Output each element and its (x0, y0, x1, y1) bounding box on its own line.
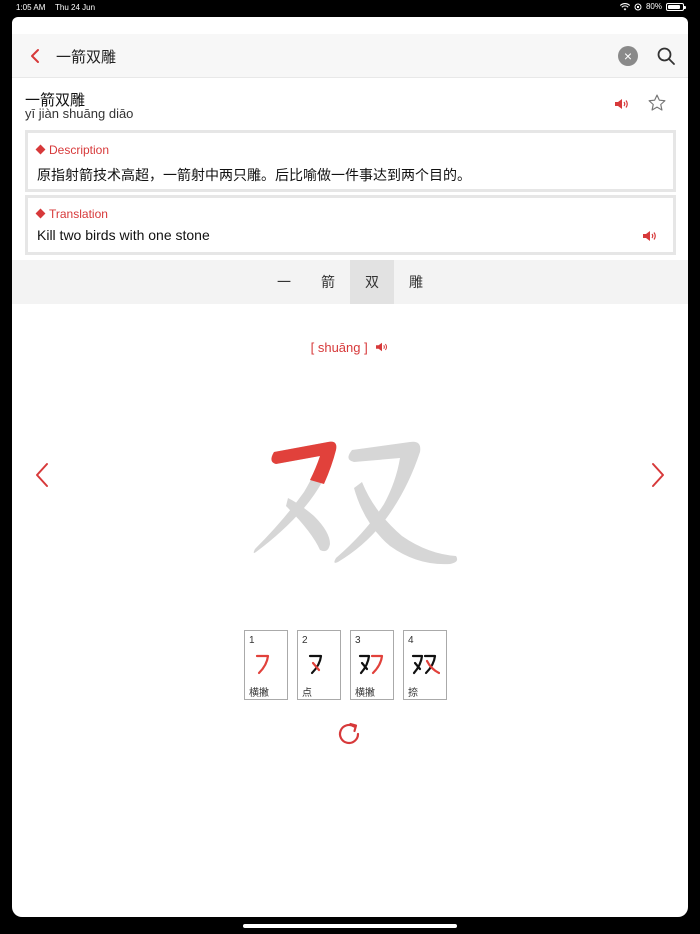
clear-icon[interactable]: × (618, 46, 638, 66)
search-bar: 一箭双雕 × (12, 34, 688, 78)
speaker-icon[interactable] (375, 341, 389, 353)
chevron-left-icon[interactable] (32, 461, 52, 489)
status-date: Thu 24 Jun (55, 3, 96, 12)
chevron-right-icon[interactable] (648, 461, 668, 489)
stroke-glyph (308, 654, 323, 675)
entry-pinyin: yī jiàn shuāng diāo (25, 106, 134, 121)
stroke-glyph (255, 654, 270, 675)
character-tabs: 一 箭 双 雕 (12, 260, 688, 304)
stroke-card-3[interactable]: 3 横撇 (350, 630, 394, 700)
battery-icon (666, 2, 686, 11)
tab-char-4[interactable]: 雕 (394, 260, 438, 304)
diamond-icon (35, 208, 46, 219)
battery-fill (668, 4, 680, 9)
description-text: 原指射箭技术高超，一箭射中两只雕。后比喻做一件事达到两个目的。 (37, 167, 471, 183)
character-pinyin: [ shuāng ] (12, 340, 688, 355)
speaker-icon[interactable] (642, 229, 658, 243)
description-label-text: Description (49, 143, 110, 157)
tab-char-2[interactable]: 箭 (306, 260, 350, 304)
description-label: Description (35, 143, 110, 157)
translation-label: Translation (35, 207, 108, 221)
battery-percent: 80% (645, 2, 662, 11)
status-time: 1:05 AM (16, 3, 46, 12)
stroke-name: 横撇 (249, 688, 269, 699)
tab-char-3[interactable]: 双 (350, 260, 394, 304)
stroke-list: 1 横撇 2 点 3 横撇 4 捺 (244, 630, 447, 700)
chevron-left-icon[interactable] (24, 44, 48, 68)
status-bar: 1:05 AM Thu 24 Jun 80% (0, 0, 700, 16)
translation-text: Kill two birds with one stone (37, 227, 210, 243)
translation-label-text: Translation (49, 207, 108, 221)
entry-header: 一箭双雕 yī jiàn shuāng diāo (12, 79, 688, 131)
stroke-card-1[interactable]: 1 横撇 (244, 630, 288, 700)
stroke-number: 3 (355, 635, 361, 646)
orientation-lock-icon (634, 3, 642, 10)
tab-char-1[interactable]: 一 (262, 260, 306, 304)
status-right: 80% (619, 2, 686, 11)
stroke-card-4[interactable]: 4 捺 (403, 630, 447, 700)
stroke-name: 点 (302, 688, 312, 699)
stroke-name: 横撇 (355, 688, 375, 699)
stroke-number: 4 (408, 635, 414, 646)
stroke-order-character (253, 441, 458, 565)
star-icon[interactable] (647, 93, 667, 113)
stroke-number: 1 (249, 635, 255, 646)
home-indicator[interactable] (243, 924, 457, 928)
app-window: 一箭双雕 × 一箭双雕 yī jiàn shuāng diāo Descript… (12, 17, 688, 917)
search-input[interactable]: 一箭双雕 (56, 46, 116, 67)
stroke-glyph (358, 654, 384, 675)
stroke-card-2[interactable]: 2 点 (297, 630, 341, 700)
stroke-glyph (411, 654, 440, 675)
wifi-icon (619, 2, 630, 10)
speaker-icon[interactable] (614, 97, 630, 111)
stroke-number: 2 (302, 635, 308, 646)
search-icon[interactable] (654, 44, 678, 68)
stroke-name: 捺 (408, 688, 418, 699)
replay-icon[interactable] (334, 719, 364, 749)
translation-card: Translation Kill two birds with one ston… (25, 195, 676, 255)
diamond-icon (35, 144, 46, 155)
character-pinyin-text: [ shuāng ] (310, 340, 368, 355)
description-card: Description 原指射箭技术高超，一箭射中两只雕。后比喻做一件事达到两个… (25, 130, 676, 192)
